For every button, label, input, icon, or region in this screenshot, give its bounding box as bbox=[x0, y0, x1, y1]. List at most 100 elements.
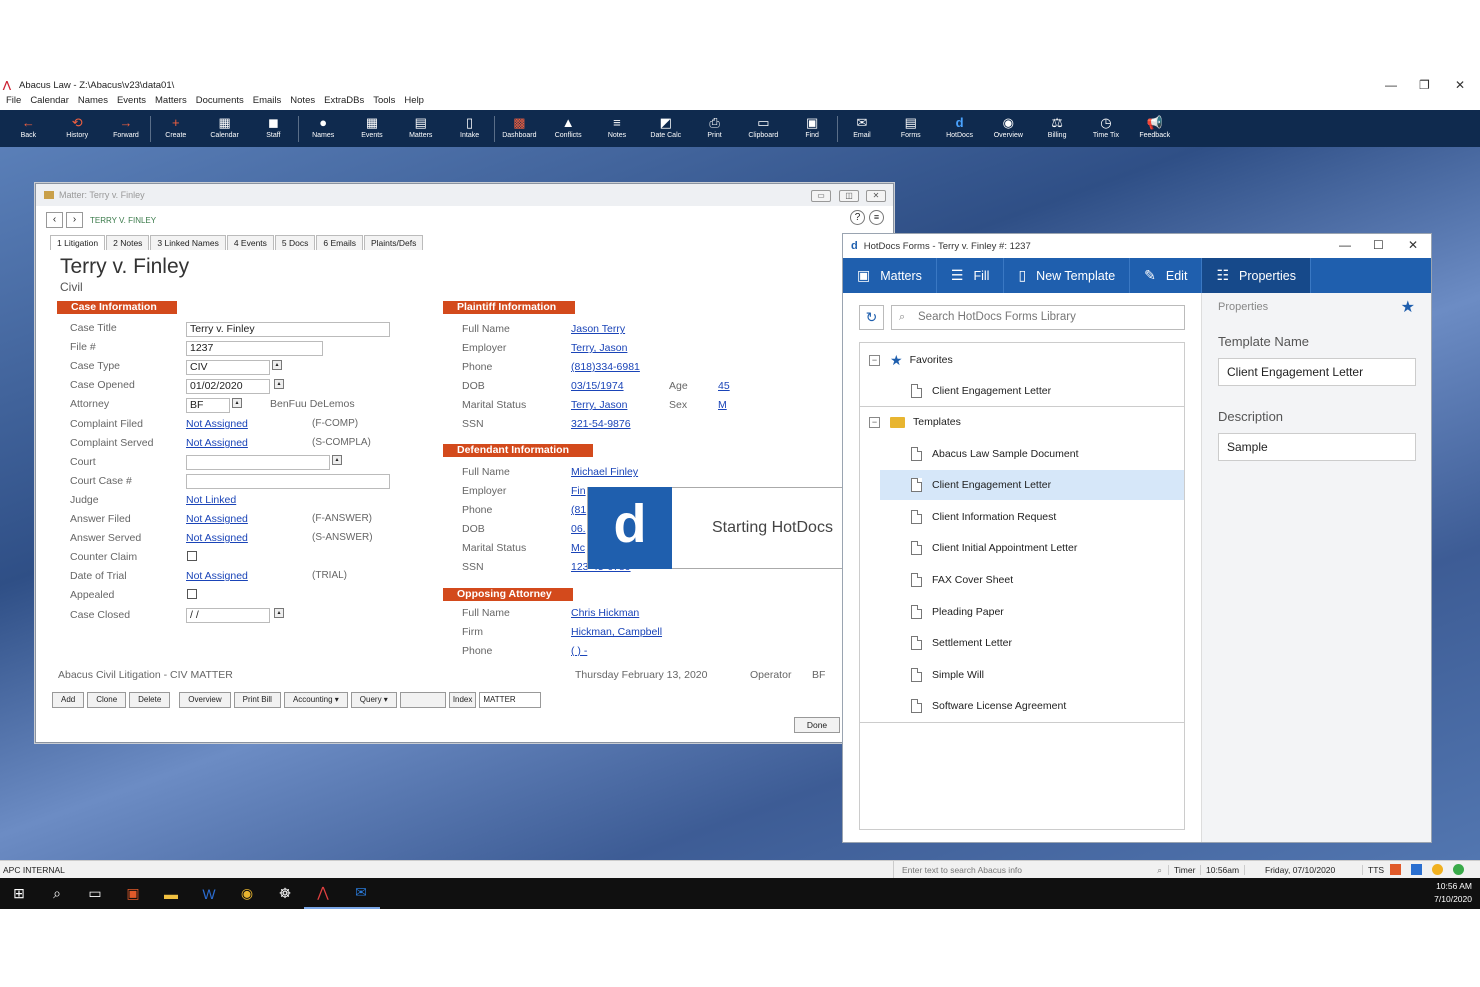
favorite-item[interactable]: Client Engagement Letter bbox=[860, 376, 1184, 406]
ribbon-properties-button[interactable]: ☷ Properties bbox=[1202, 258, 1311, 293]
defendant-employer-link[interactable]: Fin bbox=[571, 485, 586, 497]
toolbar-staff-button[interactable]: ◼ Staff bbox=[249, 110, 298, 147]
toolbar-names-button[interactable]: ● Names bbox=[299, 110, 348, 147]
menu-calendar[interactable]: Calendar bbox=[30, 95, 69, 110]
ribbon-edit-button[interactable]: ✎ Edit bbox=[1130, 258, 1203, 293]
complaint-served-link[interactable]: Not Assigned bbox=[186, 437, 248, 449]
refresh-button[interactable]: ↻ bbox=[859, 305, 884, 330]
close-icon[interactable]: ✕ bbox=[1455, 78, 1465, 92]
plaintiff-phone-link[interactable]: (818)334-6981 bbox=[571, 361, 640, 373]
toolbar-email-button[interactable]: ✉ Email bbox=[838, 110, 887, 147]
case-closed-picker-icon[interactable]: ▴ bbox=[274, 608, 284, 618]
plaintiff-age-link[interactable]: 45 bbox=[718, 380, 730, 392]
word-icon[interactable]: W bbox=[190, 878, 228, 909]
toolbar-forward-button[interactable]: → Forward bbox=[102, 110, 151, 147]
plaintiff-employer-link[interactable]: Terry, Jason bbox=[571, 342, 627, 354]
help-icon[interactable]: ? bbox=[850, 210, 865, 225]
menu-file[interactable]: File bbox=[6, 95, 21, 110]
tts-label[interactable]: TTS bbox=[1362, 864, 1388, 875]
case-title-field[interactable]: Terry v. Finley bbox=[186, 322, 390, 337]
tab-4-events[interactable]: 4 Events bbox=[226, 235, 274, 250]
counter-claim-checkbox[interactable] bbox=[187, 551, 197, 561]
hotdocs-maximize-icon[interactable]: ☐ bbox=[1373, 238, 1384, 252]
ribbon-fill-button[interactable]: ☰ Fill bbox=[937, 258, 1005, 293]
add-button[interactable]: Add bbox=[52, 692, 85, 708]
toolbar-overview-button[interactable]: ◉ Overview bbox=[984, 110, 1033, 147]
plaintiff-sex-link[interactable]: M bbox=[718, 399, 727, 411]
index-button[interactable]: Index bbox=[448, 692, 477, 708]
template-item-settlement-letter[interactable]: Settlement Letter bbox=[860, 628, 1184, 658]
toolbar-hotdocs-button[interactable]: d HotDocs bbox=[935, 110, 984, 147]
opposing-name-link[interactable]: Chris Hickman bbox=[571, 607, 639, 619]
template-item-pleading-paper[interactable]: Pleading Paper bbox=[860, 597, 1184, 627]
toolbar-calendar-button[interactable]: ▦ Calendar bbox=[200, 110, 249, 147]
matter-maximize-button[interactable]: ◫ bbox=[839, 190, 859, 202]
menu-emails[interactable]: Emails bbox=[253, 95, 282, 110]
alert-tray-icon[interactable] bbox=[1432, 864, 1443, 875]
index-input[interactable] bbox=[399, 692, 446, 708]
template-item-abacus-law-sample-document[interactable]: Abacus Law Sample Document bbox=[860, 439, 1184, 469]
restore-icon[interactable]: ❐ bbox=[1419, 78, 1430, 92]
tab-1-litigation[interactable]: 1 Litigation bbox=[50, 235, 106, 250]
minimize-icon[interactable]: — bbox=[1385, 78, 1397, 92]
done-button[interactable]: Done bbox=[794, 717, 840, 733]
next-record-button[interactable]: › bbox=[66, 212, 83, 228]
toolbar-feedback-button[interactable]: 📢 Feedback bbox=[1130, 110, 1179, 147]
menu-help[interactable]: Help bbox=[404, 95, 424, 110]
template-item-fax-cover-sheet[interactable]: FAX Cover Sheet bbox=[860, 565, 1184, 595]
file-explorer-icon[interactable]: ▬ bbox=[152, 878, 190, 909]
toolbar-billing-button[interactable]: ⚖ Billing bbox=[1033, 110, 1082, 147]
menu-events[interactable]: Events bbox=[117, 95, 146, 110]
prev-record-button[interactable]: ‹ bbox=[46, 212, 63, 228]
toolbar-intake-button[interactable]: ▯ Intake bbox=[445, 110, 494, 147]
network-app-icon[interactable]: ☸ bbox=[266, 878, 304, 909]
case-closed-field[interactable]: / / bbox=[186, 608, 270, 623]
windows-start-icon[interactable]: ⊞ bbox=[0, 878, 38, 909]
complaint-filed-link[interactable]: Not Assigned bbox=[186, 418, 248, 430]
toolbar-conflicts-button[interactable]: ▲ Conflicts bbox=[544, 110, 593, 147]
calendar-picker-icon[interactable]: ▴ bbox=[274, 379, 284, 389]
toolbar-dashboard-button[interactable]: ▩ Dashboard bbox=[495, 110, 544, 147]
abacus-taskbar-icon[interactable]: ⋀ bbox=[304, 878, 342, 909]
attorney-lookup-icon[interactable]: ▴ bbox=[232, 398, 242, 408]
plaintiff-name-link[interactable]: Jason Terry bbox=[571, 323, 625, 335]
case-type-field[interactable]: CIV bbox=[186, 360, 270, 375]
overview-button[interactable]: Overview bbox=[179, 692, 231, 708]
court-field[interactable] bbox=[186, 455, 330, 470]
defendant-phone-link[interactable]: (81 bbox=[571, 504, 586, 516]
case-type-lookup-icon[interactable]: ▴ bbox=[272, 360, 282, 370]
toolbar-notes-button[interactable]: ≡ Notes bbox=[593, 110, 642, 147]
accounting-button[interactable]: Accounting ▾ bbox=[283, 692, 348, 708]
date-of-trial-link[interactable]: Not Assigned bbox=[186, 570, 248, 582]
matter-close-button[interactable]: ✕ bbox=[866, 190, 886, 202]
case-opened-field[interactable]: 01/02/2020 bbox=[186, 379, 270, 394]
delete-button[interactable]: Delete bbox=[129, 692, 171, 708]
toolbar-matters-button[interactable]: ▤ Matters bbox=[396, 110, 445, 147]
toolbar-find-button[interactable]: ▣ Find bbox=[788, 110, 837, 147]
chrome-icon[interactable]: ◉ bbox=[228, 878, 266, 909]
menu-icon[interactable]: ≡ bbox=[869, 210, 884, 225]
attorney-field[interactable]: BF bbox=[186, 398, 230, 413]
opposing-phone-link[interactable]: ( ) - bbox=[571, 645, 587, 657]
abacus-search-input[interactable]: Enter text to search Abacus info ⌕ bbox=[893, 860, 1168, 879]
toolbar-date-calc-button[interactable]: ◩ Date Calc bbox=[641, 110, 690, 147]
tab-5-docs[interactable]: 5 Docs bbox=[274, 235, 316, 250]
menu-extradbs[interactable]: ExtraDBs bbox=[324, 95, 364, 110]
menu-notes[interactable]: Notes bbox=[290, 95, 315, 110]
dashboard-tray-icon[interactable] bbox=[1390, 864, 1401, 875]
tab-plaints-defs[interactable]: Plaints/Defs bbox=[363, 235, 424, 250]
query-button[interactable]: Query ▾ bbox=[350, 692, 397, 708]
task-view-icon[interactable]: ▭ bbox=[76, 878, 114, 909]
office-app-icon[interactable]: ▣ bbox=[114, 878, 152, 909]
opposing-firm-link[interactable]: Hickman, Campbell bbox=[571, 626, 662, 638]
description-field[interactable]: Sample bbox=[1218, 433, 1416, 461]
template-item-client-initial-appointment-letter[interactable]: Client Initial Appointment Letter bbox=[860, 533, 1184, 563]
toolbar-time-tix-button[interactable]: ◷ Time Tix bbox=[1082, 110, 1131, 147]
defendant-dob-link[interactable]: 06. bbox=[571, 523, 586, 535]
favorites-group[interactable]: − ★ Favorites bbox=[860, 345, 1184, 375]
plaintiff-dob-link[interactable]: 03/15/1974 bbox=[571, 380, 624, 392]
menu-documents[interactable]: Documents bbox=[196, 95, 244, 110]
toolbar-history-button[interactable]: ⟲ History bbox=[53, 110, 102, 147]
template-item-client-engagement-letter[interactable]: Client Engagement Letter bbox=[880, 470, 1184, 501]
search-input[interactable]: ⌕ Search HotDocs Forms Library bbox=[891, 305, 1185, 330]
